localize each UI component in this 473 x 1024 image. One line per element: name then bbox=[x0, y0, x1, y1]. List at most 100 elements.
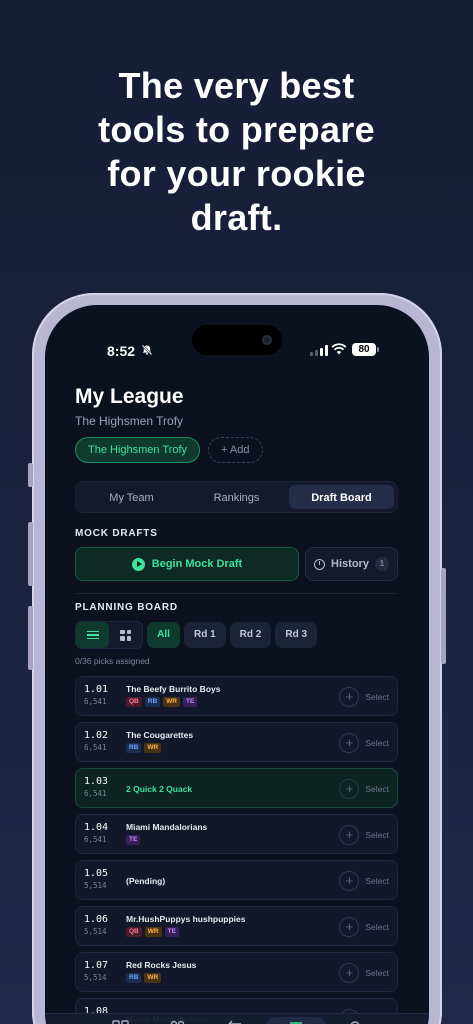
tab-my-team[interactable]: My Team bbox=[79, 485, 184, 509]
pick-team-name: 2 Quick 2 Quack bbox=[126, 784, 193, 794]
headline-line-1: The very best bbox=[118, 65, 355, 106]
play-icon bbox=[131, 557, 145, 571]
nav-settings-icon[interactable] bbox=[341, 1019, 369, 1024]
pick-row[interactable]: 1.07 5,514 Red Rocks Jesus RB WR + Select bbox=[75, 952, 398, 992]
nav-draft-board-icon[interactable] bbox=[282, 1019, 310, 1024]
select-label: Select bbox=[365, 968, 389, 978]
pick-number: 1.02 bbox=[84, 730, 109, 741]
position-badge: TE bbox=[164, 927, 179, 937]
grid-view-button[interactable] bbox=[109, 622, 142, 648]
pick-secondary: 5,514 bbox=[84, 973, 107, 982]
pick-number: 1.07 bbox=[84, 960, 109, 971]
history-count-badge: 1 bbox=[374, 557, 389, 571]
add-league-button[interactable]: + Add bbox=[208, 437, 263, 463]
position-badge: RB bbox=[126, 743, 142, 753]
position-badges: QB WR TE bbox=[126, 927, 179, 937]
select-pick-button[interactable]: + Select bbox=[339, 963, 389, 983]
headline: The very best tools to prepare for your … bbox=[0, 64, 473, 240]
list-view-button[interactable] bbox=[76, 622, 109, 648]
select-pick-button[interactable]: + Select bbox=[339, 733, 389, 753]
select-pick-button[interactable]: + Select bbox=[339, 917, 389, 937]
position-badge: WR bbox=[144, 743, 162, 753]
phone-power-button bbox=[441, 568, 446, 664]
nav-trade-icon[interactable] bbox=[221, 1019, 249, 1024]
pick-team-name: The Beefy Burrito Boys bbox=[126, 684, 221, 694]
phone-mute-button bbox=[28, 463, 33, 487]
position-badge: RB bbox=[144, 697, 161, 707]
plus-icon: + bbox=[339, 917, 360, 937]
battery-icon: 80 bbox=[352, 343, 379, 356]
position-badge: WR bbox=[144, 927, 162, 937]
nav-grid-icon[interactable] bbox=[107, 1019, 135, 1024]
select-label: Select bbox=[365, 876, 389, 886]
pick-row[interactable]: 1.01 6,541 The Beefy Burrito Boys QB RB WR TE +… bbox=[75, 676, 398, 716]
position-badge: QB bbox=[126, 927, 142, 937]
plus-icon: + bbox=[339, 779, 360, 799]
phone-volume-down-button bbox=[28, 606, 33, 670]
filter-rd-3[interactable]: Rd 3 bbox=[275, 622, 318, 648]
position-badge: WR bbox=[163, 697, 180, 707]
position-badge: TE bbox=[182, 697, 198, 707]
pick-row[interactable]: 1.04 6,541 Miami Mandalorians TE + Select bbox=[75, 814, 398, 854]
pick-row[interactable]: 1.05 5,514 (Pending) + Select bbox=[75, 860, 398, 900]
position-badge: WR bbox=[144, 973, 162, 983]
pick-row[interactable]: 1.02 6,541 The Cougarettes RB WR + Select bbox=[75, 722, 398, 762]
headline-line-2: tools to prepare bbox=[98, 109, 375, 150]
select-pick-button[interactable]: + Select bbox=[339, 871, 389, 891]
filter-rd-1[interactable]: Rd 1 bbox=[184, 622, 226, 648]
pick-secondary: 6,541 bbox=[84, 835, 107, 844]
pick-team-name: (Pending) bbox=[126, 876, 166, 886]
mock-drafts-row: Begin Mock Draft History 1 bbox=[75, 547, 398, 581]
phone-screen: 8:52 80 My League The Highsmen Trofy The… bbox=[45, 305, 429, 1024]
position-badges: RB WR bbox=[126, 743, 162, 753]
history-button[interactable]: History 1 bbox=[305, 547, 398, 581]
grid-icon bbox=[120, 629, 131, 641]
pick-secondary: 6,541 bbox=[84, 697, 107, 706]
nav-users-icon[interactable] bbox=[163, 1019, 191, 1024]
plus-icon: + bbox=[339, 871, 360, 891]
pick-team-name: Mr.HushPuppys hushpuppies bbox=[126, 914, 246, 924]
tab-rankings[interactable]: Rankings bbox=[184, 485, 289, 509]
pick-secondary: 5,514 bbox=[84, 881, 107, 890]
tab-bar: My Team Rankings Draft Board bbox=[75, 481, 398, 513]
section-divider bbox=[75, 593, 398, 594]
select-label: Select bbox=[365, 922, 389, 932]
clock-icon bbox=[314, 558, 326, 570]
position-badges: TE bbox=[126, 835, 141, 845]
pick-secondary: 6,541 bbox=[84, 789, 107, 798]
list-icon bbox=[86, 630, 99, 640]
select-label: Select bbox=[365, 738, 389, 748]
dynamic-island bbox=[192, 325, 282, 355]
pick-row[interactable]: 1.03 6,541 2 Quick 2 Quack + Select bbox=[75, 768, 398, 808]
wifi-icon bbox=[331, 343, 347, 355]
league-subtitle: The Highsmen Trofy bbox=[75, 414, 184, 428]
position-badges: RB WR bbox=[126, 973, 162, 983]
pick-number: 1.05 bbox=[84, 868, 109, 879]
select-pick-button[interactable]: + Select bbox=[339, 687, 389, 707]
picks-assigned-count: 0/36 picks assigned bbox=[75, 656, 150, 666]
select-label: Select bbox=[365, 830, 389, 840]
select-pick-button[interactable]: + Select bbox=[339, 825, 389, 845]
position-badges: QB RB WR TE bbox=[126, 697, 198, 707]
pick-secondary: 6,541 bbox=[84, 743, 107, 752]
history-label: History bbox=[331, 558, 369, 570]
plus-icon: + bbox=[339, 963, 360, 983]
league-chip-highsmen[interactable]: The Highsmen Trofy bbox=[75, 437, 201, 463]
plus-icon: + bbox=[339, 733, 360, 753]
filter-all[interactable]: All bbox=[147, 622, 180, 648]
pick-secondary: 5,514 bbox=[84, 927, 107, 936]
bell-slash-icon bbox=[141, 344, 153, 356]
draft-board-content: My League The Highsmen Trofy The Highsme… bbox=[75, 385, 398, 1024]
select-pick-button[interactable]: + Select bbox=[339, 779, 389, 799]
begin-mock-draft-button[interactable]: Begin Mock Draft bbox=[75, 547, 299, 581]
select-label: Select bbox=[365, 784, 389, 794]
plus-icon: + bbox=[339, 825, 360, 845]
begin-mock-draft-label: Begin Mock Draft bbox=[151, 558, 243, 570]
camera-icon bbox=[262, 335, 272, 345]
tab-draft-board[interactable]: Draft Board bbox=[289, 485, 394, 509]
filter-rd-2[interactable]: Rd 2 bbox=[229, 622, 272, 648]
mock-drafts-label: MOCK DRAFTS bbox=[75, 528, 158, 539]
pick-row[interactable]: 1.06 5,514 Mr.HushPuppys hushpuppies QB WR TE… bbox=[75, 906, 398, 946]
view-toggle bbox=[75, 621, 143, 649]
select-label: Select bbox=[365, 692, 389, 702]
